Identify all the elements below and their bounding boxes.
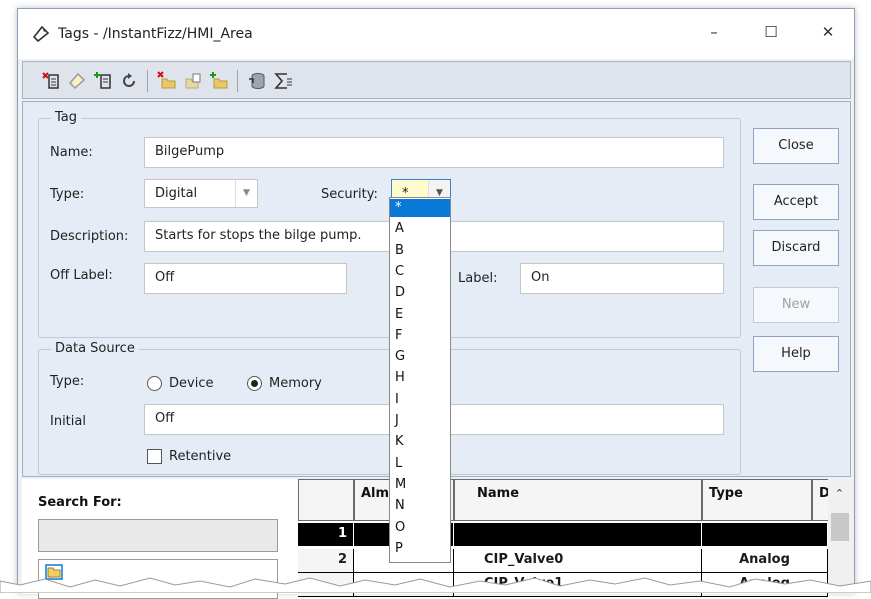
- database-icon[interactable]: [247, 71, 267, 91]
- statistics-icon[interactable]: [273, 71, 293, 91]
- chevron-up-icon[interactable]: ⌃: [828, 487, 851, 500]
- device-radio-label[interactable]: Device: [169, 376, 213, 391]
- security-option[interactable]: M: [390, 476, 450, 494]
- table-row[interactable]: 1: [298, 523, 828, 547]
- security-option[interactable]: A: [390, 220, 450, 238]
- name-column-header[interactable]: Name: [454, 479, 702, 521]
- security-option[interactable]: C: [390, 263, 450, 281]
- security-dropdown-list[interactable]: * A B C D E F G H I J K L M N O P: [389, 197, 451, 563]
- torn-edge: [0, 577, 871, 593]
- type-select-value: Digital: [155, 186, 198, 201]
- off-label-label: Off Label:: [50, 268, 113, 283]
- window-title: Tags - /InstantFizz/HMI_Area: [58, 26, 253, 42]
- accept-button[interactable]: Accept: [753, 184, 839, 220]
- security-option[interactable]: L: [390, 455, 450, 473]
- new-button[interactable]: New: [753, 287, 839, 323]
- on-label-field[interactable]: On: [520, 263, 724, 294]
- security-option[interactable]: O: [390, 519, 450, 537]
- add-tag-icon[interactable]: [93, 71, 113, 91]
- security-option[interactable]: D: [390, 284, 450, 302]
- toolbar-separator: [147, 70, 148, 92]
- security-option[interactable]: P: [390, 540, 450, 558]
- toolbar: [22, 61, 851, 99]
- type-column-header[interactable]: Type: [702, 479, 812, 521]
- type-select[interactable]: Digital ▼: [144, 179, 258, 208]
- security-option[interactable]: K: [390, 433, 450, 451]
- copy-folder-icon[interactable]: [183, 71, 203, 91]
- name-cell[interactable]: [454, 523, 702, 547]
- tag-icon: [32, 25, 50, 43]
- security-option[interactable]: B: [390, 242, 450, 260]
- security-option[interactable]: G: [390, 348, 450, 366]
- name-label: Name:: [50, 145, 93, 160]
- off-label-field[interactable]: Off: [144, 263, 347, 294]
- close-button[interactable]: Close: [753, 128, 839, 164]
- radio-selected-dot: [251, 380, 258, 387]
- row-number: 2: [298, 549, 354, 573]
- tag-icon[interactable]: [67, 71, 87, 91]
- initial-label: Initial: [50, 414, 86, 429]
- refresh-icon[interactable]: [119, 71, 139, 91]
- retentive-checkbox[interactable]: [147, 449, 162, 464]
- memory-radio[interactable]: [247, 376, 262, 391]
- discard-button[interactable]: Discard: [753, 230, 839, 266]
- security-option[interactable]: F: [390, 327, 450, 345]
- security-option[interactable]: I: [390, 391, 450, 409]
- minimize-button[interactable]: –: [691, 17, 737, 47]
- row-number-header: [298, 479, 354, 521]
- delete-folder-icon[interactable]: [157, 71, 177, 91]
- security-option[interactable]: J: [390, 412, 450, 430]
- name-field[interactable]: BilgePump: [144, 137, 724, 168]
- security-label: Security:: [321, 187, 378, 202]
- type-cell[interactable]: [702, 523, 828, 547]
- chevron-down-icon[interactable]: ▼: [235, 180, 257, 207]
- memory-radio-label[interactable]: Memory: [269, 376, 322, 391]
- toolbar-separator: [237, 70, 238, 92]
- name-cell[interactable]: CIP_Valve0: [454, 549, 702, 573]
- delete-tag-icon[interactable]: [41, 71, 61, 91]
- security-option[interactable]: E: [390, 306, 450, 324]
- add-folder-icon[interactable]: [209, 71, 229, 91]
- scrollbar-thumb[interactable]: [831, 513, 849, 541]
- search-label: Search For:: [38, 495, 122, 510]
- table-row[interactable]: 2 CIP_Valve0 Analog: [298, 549, 828, 573]
- title-bar[interactable]: Tags - /InstantFizz/HMI_Area – ☐ ✕: [18, 9, 854, 59]
- data-source-legend: Data Source: [51, 341, 139, 356]
- source-type-label: Type:: [50, 374, 85, 389]
- help-button[interactable]: Help: [753, 336, 839, 372]
- on-label-label: Label:: [458, 271, 498, 286]
- tag-group-legend: Tag: [51, 110, 82, 125]
- type-label: Type:: [50, 187, 85, 202]
- security-option[interactable]: H: [390, 369, 450, 387]
- security-option[interactable]: N: [390, 497, 450, 515]
- description-label: Description:: [50, 229, 129, 244]
- row-number: 1: [298, 523, 354, 547]
- type-cell[interactable]: Analog: [702, 549, 828, 573]
- retentive-label[interactable]: Retentive: [169, 449, 231, 464]
- close-window-button[interactable]: ✕: [805, 17, 851, 47]
- search-input[interactable]: [38, 519, 278, 552]
- security-option[interactable]: *: [390, 199, 450, 217]
- maximize-button[interactable]: ☐: [748, 17, 794, 47]
- device-radio[interactable]: [147, 376, 162, 391]
